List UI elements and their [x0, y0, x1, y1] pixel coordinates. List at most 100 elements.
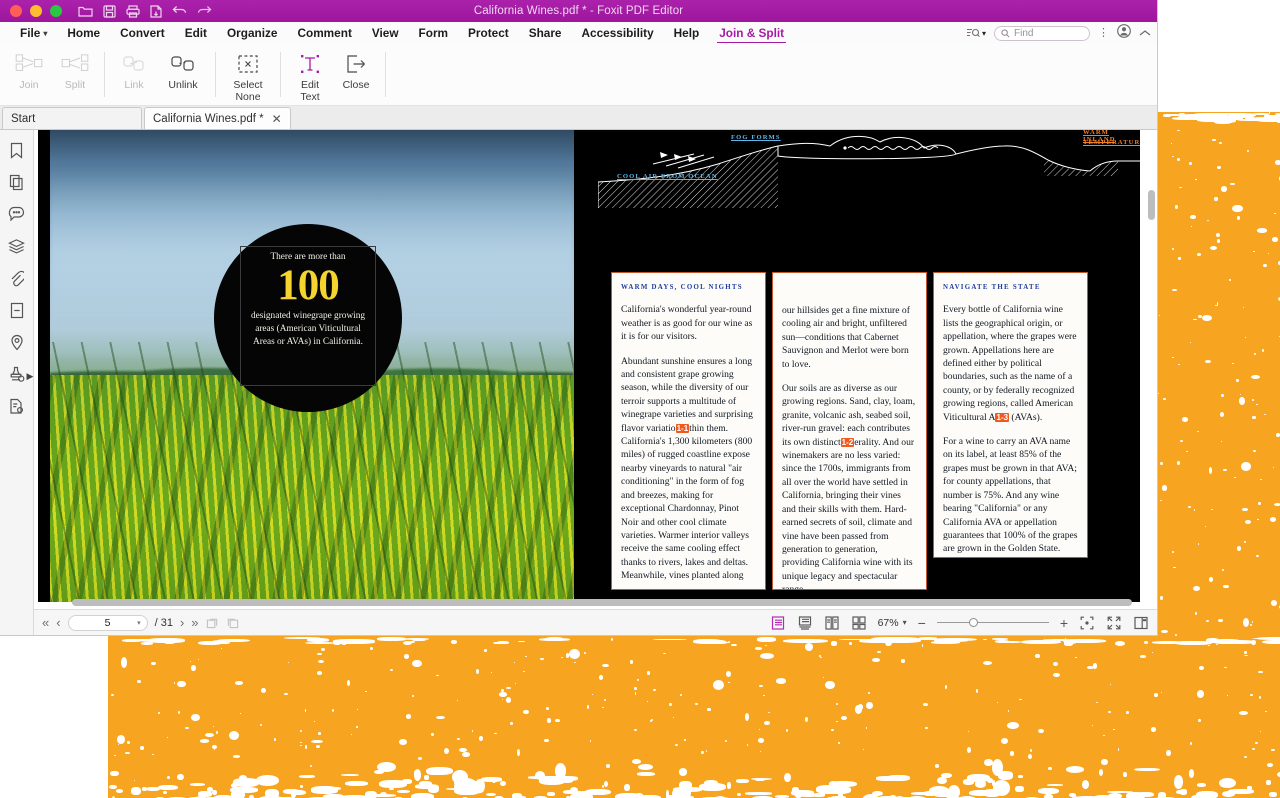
status-bar[interactable]: « ‹ 5 ▾ / 31 › » 67% ▾ − +: [34, 609, 1157, 635]
ribbon-separator: [385, 52, 386, 97]
annotation-marker-1-3[interactable]: 1-3: [995, 412, 1010, 422]
foxit-window: California Wines.pdf * - Foxit PDF Edito…: [0, 0, 1158, 636]
chevron-down-icon[interactable]: ▾: [903, 618, 907, 627]
zoom-out-button[interactable]: −: [918, 616, 926, 630]
pages-icon[interactable]: [7, 172, 27, 192]
open-icon[interactable]: [78, 5, 93, 18]
vertical-scrollbar-thumb[interactable]: [1148, 190, 1155, 220]
redo-icon[interactable]: [197, 5, 212, 17]
menu-organize[interactable]: Organize: [217, 24, 287, 42]
fit-page-icon[interactable]: [1079, 615, 1095, 630]
destinations-icon[interactable]: [7, 332, 27, 352]
zoom-in-button[interactable]: +: [1060, 616, 1068, 630]
close-button[interactable]: Close: [333, 47, 379, 92]
zoom-slider-knob[interactable]: [968, 618, 978, 627]
menu-convert[interactable]: Convert: [110, 24, 175, 42]
print-icon[interactable]: [126, 4, 140, 18]
zoom-level-selector[interactable]: 67% ▾: [878, 617, 907, 629]
close-tab-icon[interactable]: ✕: [272, 113, 282, 125]
menu-bar[interactable]: File ▾ Home Convert Edit Organize Comment…: [0, 22, 1157, 44]
menu-protect[interactable]: Protect: [458, 24, 519, 42]
pdf-page-area[interactable]: There are more than 100 designated wineg…: [34, 130, 1157, 609]
traffic-lights[interactable]: [0, 5, 62, 17]
search-icon: [1001, 28, 1010, 37]
minimize-window-button[interactable]: [30, 5, 42, 17]
split-button[interactable]: Split: [52, 47, 98, 92]
close-icon: [344, 50, 368, 78]
annotation-marker-1-1[interactable]: 1-1: [675, 423, 690, 433]
menu-file[interactable]: File ▾: [10, 24, 57, 42]
single-page-view-icon[interactable]: [770, 615, 786, 630]
rotate-left-icon[interactable]: [206, 616, 219, 629]
tab-california-wines[interactable]: California Wines.pdf * ✕: [144, 107, 291, 129]
view-controls[interactable]: 67% ▾ − +: [770, 615, 1149, 630]
document-tab-strip[interactable]: Start California Wines.pdf * ✕: [0, 106, 1157, 130]
menu-comment[interactable]: Comment: [287, 24, 361, 42]
next-page-icon[interactable]: ›: [180, 616, 184, 629]
tab-start[interactable]: Start: [2, 107, 142, 129]
link-button[interactable]: Link: [111, 47, 157, 92]
rotate-right-icon[interactable]: [226, 616, 239, 629]
menu-edit[interactable]: Edit: [175, 24, 217, 42]
facing-view-icon[interactable]: [824, 615, 840, 630]
page-navigation[interactable]: « ‹ 5 ▾ / 31 › »: [42, 614, 239, 631]
more-vertical-icon[interactable]: ⋮: [1098, 27, 1109, 39]
continuous-view-icon[interactable]: [797, 615, 813, 630]
chevron-down-icon[interactable]: ▾: [137, 619, 141, 627]
first-page-icon[interactable]: «: [42, 616, 49, 629]
page-number-input[interactable]: 5 ▾: [67, 614, 148, 631]
split-label: Split: [64, 79, 86, 91]
chevron-up-icon[interactable]: [1139, 24, 1151, 42]
ribbon-group-link: Link Unlink: [111, 47, 209, 105]
search-input[interactable]: Find: [994, 25, 1090, 41]
close-window-button[interactable]: [10, 5, 22, 17]
export-icon[interactable]: [150, 4, 162, 18]
menu-join-and-split[interactable]: Join & Split: [709, 24, 794, 43]
unlink-button[interactable]: Unlink: [157, 47, 209, 92]
menu-bar-right: ▾ Find ⋮: [966, 22, 1151, 44]
quick-access-toolbar[interactable]: [62, 4, 212, 18]
maximize-window-button[interactable]: [50, 5, 62, 17]
edit-text-label: Edit Text: [300, 79, 320, 103]
account-icon[interactable]: [1117, 23, 1131, 43]
security-icon[interactable]: [7, 396, 27, 416]
menu-accessibility[interactable]: Accessibility: [572, 24, 664, 42]
last-page-icon[interactable]: »: [191, 616, 198, 629]
split-view-icon[interactable]: [1133, 615, 1149, 630]
expand-panel-icon[interactable]: ▶: [26, 370, 34, 382]
edit-text-button[interactable]: Edit Text: [287, 47, 333, 103]
search-settings-icon[interactable]: ▾: [966, 27, 986, 39]
bookmarks-icon[interactable]: [7, 140, 27, 160]
title-bar: California Wines.pdf * - Foxit PDF Edito…: [0, 0, 1157, 22]
ribbon-toolbar[interactable]: Join Split Link Unlink Select None Edit …: [0, 44, 1157, 106]
join-button[interactable]: Join: [6, 47, 52, 92]
stamp-icon[interactable]: [7, 364, 27, 384]
text-column-1[interactable]: WARM DAYS, COOL NIGHTS California's wond…: [611, 272, 766, 590]
menu-home[interactable]: Home: [57, 24, 110, 42]
undo-icon[interactable]: [172, 5, 187, 17]
select-none-button[interactable]: Select None: [222, 47, 274, 103]
text-column-2[interactable]: our hillsides get a fine mixture of cool…: [772, 272, 927, 590]
stat-circle-line-top: There are more than: [270, 252, 346, 262]
diagram-label-fog-forms: FOG FORMS: [731, 134, 781, 141]
facing-continuous-view-icon[interactable]: [851, 615, 867, 630]
fields-icon[interactable]: [7, 300, 27, 320]
ribbon-group-join-split: Join Split: [6, 47, 98, 105]
vertical-scrollbar[interactable]: [1147, 132, 1156, 597]
text-column-3[interactable]: NAVIGATE THE STATE Every bottle of Calif…: [933, 272, 1088, 558]
horizontal-scrollbar[interactable]: [34, 598, 1147, 607]
horizontal-scrollbar-thumb[interactable]: [72, 599, 1132, 606]
navigation-rail[interactable]: ▶: [0, 130, 34, 635]
menu-help[interactable]: Help: [664, 24, 710, 42]
menu-view[interactable]: View: [362, 24, 409, 42]
zoom-slider[interactable]: [936, 617, 1049, 629]
save-icon[interactable]: [103, 4, 116, 18]
comments-icon[interactable]: [7, 204, 27, 224]
menu-share[interactable]: Share: [519, 24, 572, 42]
attachments-icon[interactable]: [7, 268, 27, 288]
fullscreen-icon[interactable]: [1106, 615, 1122, 630]
menu-form[interactable]: Form: [409, 24, 459, 42]
previous-page-icon[interactable]: ‹: [56, 616, 60, 629]
annotation-marker-1-2[interactable]: 1-2: [840, 437, 855, 447]
layers-icon[interactable]: [7, 236, 27, 256]
